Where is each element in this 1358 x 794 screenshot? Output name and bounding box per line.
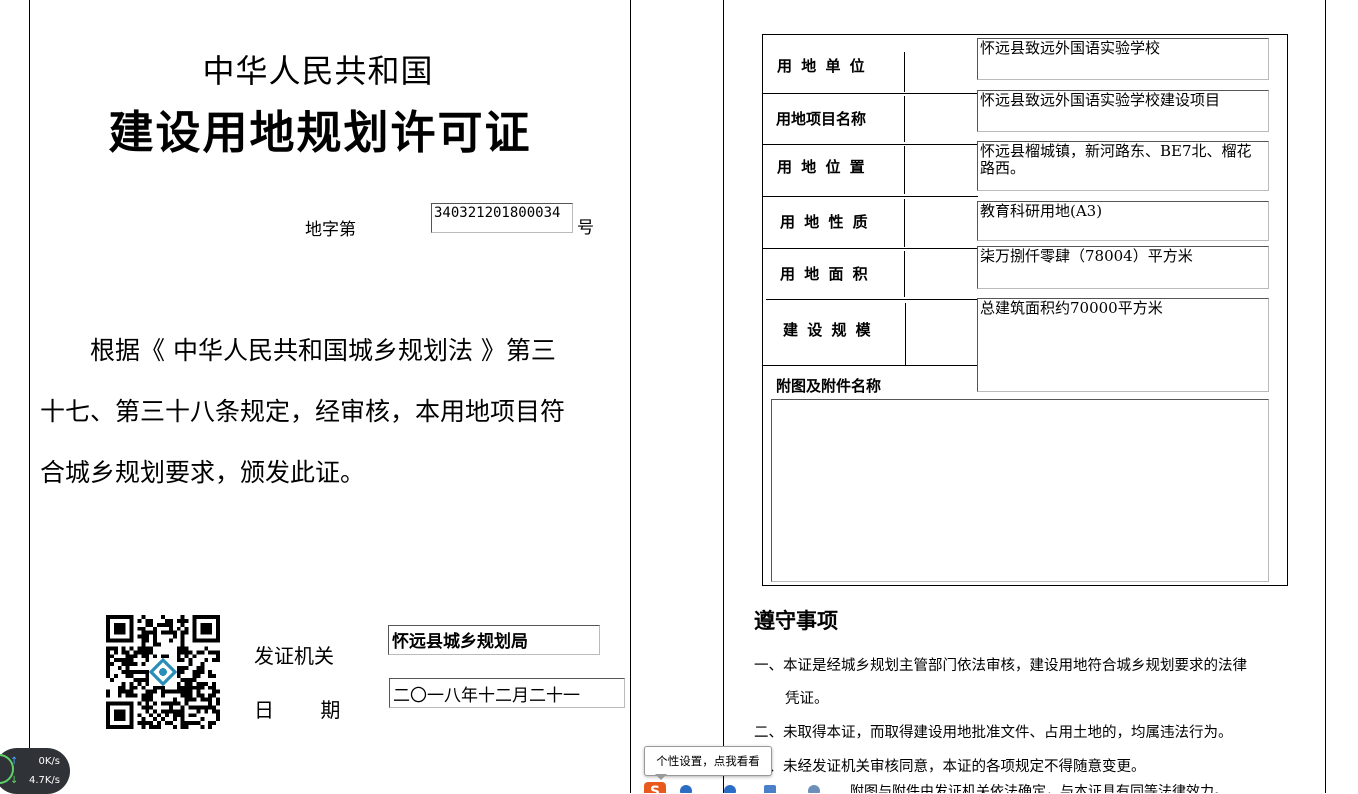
ime-logo-icon[interactable]: S bbox=[644, 782, 666, 793]
ime-tooltip[interactable]: 个性设置，点我看看 bbox=[644, 746, 772, 776]
ime-skin-icon[interactable] bbox=[808, 785, 820, 793]
permit-number-field[interactable]: 340321201800034 bbox=[431, 203, 573, 233]
row-divider bbox=[762, 248, 978, 249]
label-area: 用 地 面 积 bbox=[780, 265, 870, 283]
label-scale: 建 设 规 模 bbox=[783, 321, 873, 339]
permit-number-label: 地字第 bbox=[305, 220, 356, 240]
qr-code bbox=[106, 615, 220, 729]
right-page-border-right bbox=[1325, 0, 1326, 793]
ime-lang-icon[interactable] bbox=[680, 785, 692, 793]
project-name-field[interactable]: 怀远县致远外国语实验学校建设项目 bbox=[977, 90, 1269, 132]
ime-emoji-icon[interactable] bbox=[724, 785, 736, 793]
column-divider bbox=[904, 199, 905, 247]
notice-item-4: 附图与附件由发证机关依法确定，与本证具有同等法律效力。 bbox=[850, 784, 1228, 793]
body-line-1: 根据《 中华人民共和国城乡规划法 》第三 bbox=[90, 336, 556, 365]
land-use-field[interactable]: 教育科研用地(A3) bbox=[977, 201, 1269, 241]
body-line-2: 十七、第三十八条规定，经审核，本用地项目符 bbox=[40, 397, 566, 426]
body-line-3: 合城乡规划要求，颁发此证。 bbox=[40, 458, 366, 487]
column-divider bbox=[904, 96, 905, 142]
land-unit-field[interactable]: 怀远县致远外国语实验学校 bbox=[977, 38, 1269, 80]
row-divider bbox=[762, 93, 978, 94]
notice-item-1-cont: 凭证。 bbox=[785, 691, 829, 707]
row-divider bbox=[766, 299, 978, 300]
column-divider bbox=[904, 146, 905, 194]
ime-keyboard-icon[interactable] bbox=[764, 785, 776, 793]
label-land-use: 用 地 性 质 bbox=[780, 213, 870, 231]
issuer-field[interactable]: 怀远县城乡规划局 bbox=[388, 625, 600, 655]
tooltip-arrow bbox=[655, 774, 667, 780]
left-page-border-right bbox=[630, 0, 631, 793]
issuer-label: 发证机关 bbox=[254, 644, 334, 668]
notice-item-1: 一、本证是经城乡规划主管部门依法审核，建设用地符合城乡规划要求的法律 bbox=[754, 658, 1247, 674]
notices-title: 遵守事项 bbox=[754, 609, 838, 633]
left-page-border bbox=[29, 0, 30, 793]
upload-speed: 0K/s bbox=[38, 756, 61, 767]
area-field[interactable]: 柒万捌仟零肆（78004）平方米 bbox=[977, 246, 1269, 289]
label-project-name: 用地项目名称 bbox=[776, 110, 867, 128]
notice-item-3: 三、未经发证机关审核同意，本证的各项规定不得随意变更。 bbox=[754, 759, 1146, 775]
download-speed: 4.7K/s bbox=[28, 775, 60, 786]
country-title: 中华人民共和国 bbox=[202, 52, 434, 90]
row-divider bbox=[762, 196, 978, 197]
certificate-body: 根据《 中华人民共和国城乡规划法 》第三 十七、第三十八条规定，经审核，本用地项… bbox=[40, 320, 630, 503]
attachments-field[interactable] bbox=[771, 399, 1269, 582]
download-arrow-icon: ↓ bbox=[10, 775, 19, 786]
right-page-border bbox=[723, 0, 724, 793]
date-field[interactable]: 二〇一八年十二月二十一 bbox=[389, 678, 625, 708]
permit-number-suffix: 号 bbox=[577, 218, 594, 238]
column-divider bbox=[905, 303, 906, 365]
label-land-unit: 用 地 单 位 bbox=[777, 57, 867, 75]
column-divider bbox=[904, 251, 905, 297]
upload-arrow-icon: ↑ bbox=[10, 756, 19, 767]
location-field[interactable]: 怀远县榴城镇，新河路东、BE7北、榴花路西。 bbox=[977, 141, 1269, 191]
certificate-title: 建设用地规划许可证 bbox=[108, 106, 532, 159]
column-divider bbox=[904, 52, 905, 92]
scale-field[interactable]: 总建筑面积约70000平方米 bbox=[977, 298, 1269, 392]
ime-toolbar[interactable]: S bbox=[644, 782, 854, 793]
network-monitor-widget[interactable]: ↑ ↓ 0K/s 4.7K/s bbox=[0, 748, 70, 794]
label-location: 用 地 位 置 bbox=[777, 158, 867, 176]
row-divider bbox=[762, 365, 978, 366]
date-label: 日 期 bbox=[254, 698, 341, 722]
notice-item-2: 二、未取得本证，而取得建设用地批准文件、占用土地的，均属违法行为。 bbox=[754, 725, 1233, 741]
row-divider bbox=[762, 144, 978, 145]
label-attachments: 附图及附件名称 bbox=[776, 377, 882, 395]
